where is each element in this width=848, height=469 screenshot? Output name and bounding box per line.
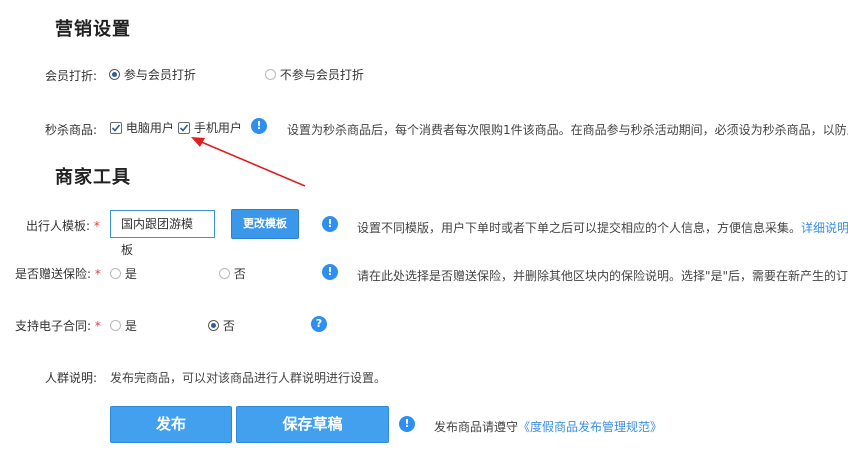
- radio-unchecked-icon[interactable]: [265, 69, 276, 80]
- required-mark: *: [94, 267, 101, 281]
- required-mark: *: [93, 219, 100, 233]
- info-icon[interactable]: !: [322, 216, 338, 232]
- publish-rules-link[interactable]: 《度假商品发布管理规范》: [518, 420, 662, 434]
- e-contract-no-text: 否: [222, 319, 235, 333]
- insurance-no-option[interactable]: 否: [219, 265, 246, 282]
- audience-text: 发布完商品，可以对该商品进行人群说明进行设置。: [110, 371, 387, 385]
- e-contract-yes-option[interactable]: 是: [110, 317, 137, 334]
- member-discount-not-join-option[interactable]: 不参与会员打折: [265, 66, 364, 83]
- member-discount-join-option[interactable]: 参与会员打折: [109, 66, 196, 83]
- member-discount-join-text: 参与会员打折: [123, 68, 196, 82]
- e-contract-yes-text: 是: [124, 319, 137, 333]
- info-icon[interactable]: !: [399, 416, 415, 432]
- required-mark: *: [94, 319, 101, 333]
- publish-button[interactable]: 发布: [110, 406, 232, 443]
- details-link[interactable]: 详细说明点击: [801, 221, 848, 235]
- info-icon[interactable]: !: [322, 264, 338, 280]
- e-contract-no-option[interactable]: 否: [208, 317, 235, 334]
- insurance-yes-text: 是: [124, 267, 137, 281]
- insurance-label: 是否赠送保险: *: [15, 267, 101, 281]
- checkbox-checked-icon[interactable]: [110, 122, 122, 134]
- traveler-template-note: 设置不同模版，用户下单时或者下单之后可以提交相应的个人信息，方便信息采集。详细说…: [357, 219, 848, 236]
- save-draft-button[interactable]: 保存草稿: [236, 406, 389, 443]
- flash-sale-note: 设置为秒杀商品后，每个消费者每次限购1件该商品。在商品参与秒杀活动期间，必须设为…: [287, 123, 848, 137]
- help-icon[interactable]: ?: [311, 316, 327, 332]
- radio-unchecked-icon[interactable]: [110, 320, 121, 331]
- radio-unchecked-icon[interactable]: [110, 268, 121, 279]
- traveler-template-input[interactable]: 国内跟团游模板: [110, 210, 215, 257]
- radio-unchecked-icon[interactable]: [219, 268, 230, 279]
- audience-label: 人群说明:: [45, 371, 98, 385]
- annotation-arrow-icon: [191, 137, 306, 187]
- flash-sale-pc-text: 电脑用户: [125, 121, 174, 135]
- merchant-tools-section-title: 商家工具: [55, 167, 131, 188]
- change-template-button[interactable]: 更改模板: [231, 209, 299, 239]
- insurance-note: 请在此处选择是否赠送保险，并删除其他区块内的保险说明。选择"是"后，需要在新产生…: [357, 269, 848, 283]
- traveler-template-label: 出行人模板: *: [26, 219, 100, 233]
- e-contract-label: 支持电子合同: *: [15, 319, 101, 333]
- member-discount-not-join-text: 不参与会员打折: [279, 68, 364, 82]
- flash-sale-pc-option[interactable]: 电脑用户: [110, 119, 174, 136]
- publish-notice: 发布商品请遵守《度假商品发布管理规范》: [434, 420, 663, 434]
- radio-checked-icon[interactable]: [109, 69, 120, 80]
- flash-sale-label: 秒杀商品:: [45, 123, 98, 137]
- marketing-section-title: 营销设置: [55, 19, 131, 40]
- radio-checked-icon[interactable]: [208, 320, 219, 331]
- member-discount-label: 会员打折:: [45, 69, 98, 83]
- insurance-yes-option[interactable]: 是: [110, 265, 137, 282]
- insurance-no-text: 否: [233, 267, 246, 281]
